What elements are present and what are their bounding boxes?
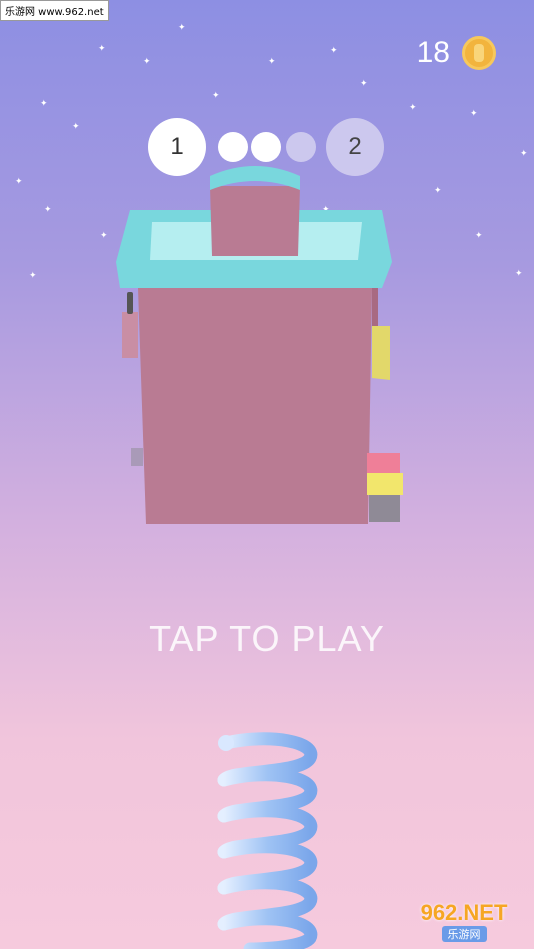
- spring-tip: [218, 735, 234, 751]
- pink-block: [367, 453, 400, 473]
- small-block: [131, 448, 143, 466]
- spring-player[interactable]: [210, 728, 330, 949]
- watermark-logo: 962.NET: [420, 900, 508, 925]
- watermark-text: 乐游网: [441, 926, 487, 942]
- yellow-block: [367, 473, 403, 495]
- ledge-figure: [127, 292, 133, 314]
- yellow-plank: [372, 326, 390, 380]
- tower-side: [372, 286, 378, 330]
- left-ledge: [122, 312, 138, 358]
- tower-body: [138, 288, 372, 524]
- watermark-bottom: 962.NET 乐游网: [400, 899, 528, 943]
- gray-block: [369, 495, 400, 522]
- top-block: [210, 186, 300, 256]
- tap-to-play-prompt[interactable]: TAP TO PLAY: [0, 618, 534, 660]
